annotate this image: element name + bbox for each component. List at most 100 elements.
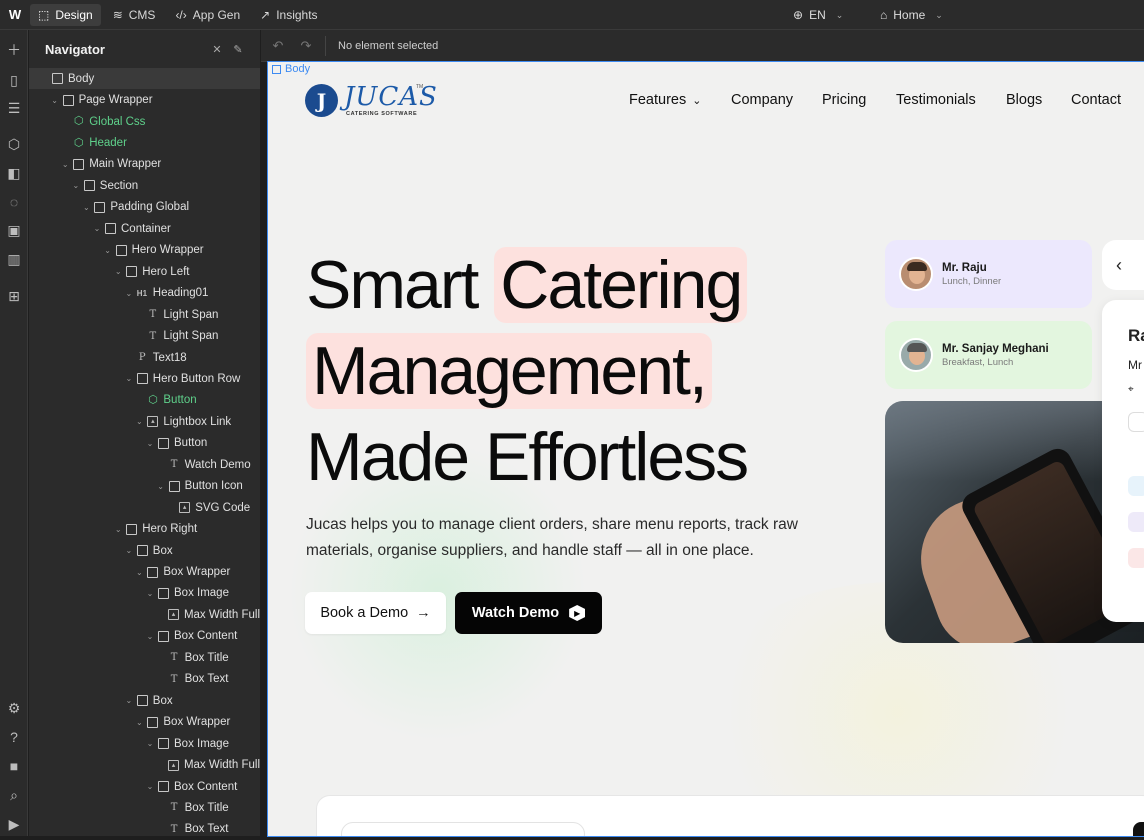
- chevron-down-icon[interactable]: ⌄: [134, 417, 144, 426]
- tree-item[interactable]: ⌄ Container: [29, 218, 260, 239]
- tree-item-label: Button: [163, 394, 197, 407]
- chevron-down-icon[interactable]: ⌄: [60, 160, 70, 169]
- chevron-down-icon[interactable]: ⌄: [124, 546, 134, 555]
- tree-item[interactable]: ⬡ Header: [29, 132, 260, 153]
- selection-status: No element selected: [338, 39, 439, 52]
- tree-item[interactable]: T Box Title: [29, 797, 260, 818]
- tree-item[interactable]: ⌄ Box Wrapper: [29, 561, 260, 582]
- tree-item[interactable]: ⬡ Global Css: [29, 111, 260, 132]
- chevron-down-icon[interactable]: ⌄: [71, 181, 81, 190]
- chevron-down-icon[interactable]: ⌄: [145, 632, 155, 641]
- cms-icon[interactable]: ▥: [4, 249, 24, 269]
- tree-item[interactable]: ⌄ Box Image: [29, 733, 260, 754]
- arrow-right-icon: →: [416, 605, 431, 621]
- video-icon[interactable]: ▶: [4, 814, 24, 834]
- tree-item[interactable]: T Box Title: [29, 647, 260, 668]
- chevron-down-icon[interactable]: ⌄: [103, 246, 113, 255]
- tree-item[interactable]: T Light Span: [29, 325, 260, 346]
- tree-item[interactable]: ⌄ Main Wrapper: [29, 154, 260, 175]
- chevron-down-icon[interactable]: ⌄: [145, 739, 155, 748]
- tree-item[interactable]: ⌄ Box Content: [29, 776, 260, 797]
- book-demo-button[interactable]: Book a Demo →: [305, 592, 446, 634]
- tree-item[interactable]: T Watch Demo: [29, 454, 260, 475]
- tree-item[interactable]: ⌄ Page Wrapper: [29, 89, 260, 110]
- tree-item[interactable]: ⌄ Section: [29, 175, 260, 196]
- chevron-down-icon[interactable]: ⌄: [124, 374, 134, 383]
- tree-item[interactable]: ⌄ ▴ Lightbox Link: [29, 411, 260, 432]
- body-selection-tag[interactable]: Body: [268, 62, 314, 76]
- tree-item[interactable]: ⌄ Hero Left: [29, 261, 260, 282]
- navigator-icon[interactable]: ☰: [4, 98, 24, 118]
- tree-item[interactable]: T Light Span: [29, 304, 260, 325]
- chevron-down-icon[interactable]: ⌄: [145, 782, 155, 791]
- chevron-down-icon[interactable]: ⌄: [145, 439, 155, 448]
- tree-item-label: Box Wrapper: [163, 716, 231, 729]
- tree-item[interactable]: ▴ Max Width Full: [29, 604, 260, 625]
- tree-item[interactable]: P Text18: [29, 347, 260, 368]
- pages-icon[interactable]: ▯: [4, 70, 24, 90]
- collapse-icon[interactable]: ✕: [210, 42, 224, 56]
- watch-demo-button[interactable]: Watch Demo ▶: [455, 592, 602, 634]
- nav-pricing[interactable]: Pricing: [822, 92, 866, 108]
- hero-description: Jucas helps you to manage client orders,…: [306, 516, 798, 559]
- tab-app-gen[interactable]: ‹/› App Gen: [167, 4, 248, 26]
- page-selector[interactable]: ⌂ Home ⌄: [880, 0, 943, 30]
- tree-item[interactable]: ⌄ Hero Button Row: [29, 368, 260, 389]
- chevron-down-icon[interactable]: ⌄: [92, 224, 102, 233]
- tree-item[interactable]: ⌄ Box Content: [29, 626, 260, 647]
- tab-insights[interactable]: ↗ Insights: [252, 4, 325, 26]
- variables-icon[interactable]: ◌: [4, 192, 24, 212]
- nav-features[interactable]: Features ⌄: [629, 92, 701, 108]
- components-icon[interactable]: ⬡: [4, 134, 24, 154]
- pin-icon[interactable]: ✎: [231, 42, 245, 56]
- nav-company[interactable]: Company: [731, 92, 793, 108]
- tab-cms[interactable]: ≋ CMS: [105, 4, 164, 26]
- add-icon[interactable]: ＋: [4, 40, 24, 60]
- tree-item[interactable]: ⌄ Box Wrapper: [29, 712, 260, 733]
- assets-icon[interactable]: ▣: [4, 220, 24, 240]
- chevron-down-icon[interactable]: ⌄: [50, 96, 60, 105]
- chevron-down-icon[interactable]: ⌄: [81, 203, 91, 212]
- apps-icon[interactable]: ⊞: [4, 286, 24, 306]
- undo-icon[interactable]: ↶: [267, 35, 289, 57]
- tree-item[interactable]: Body: [29, 68, 260, 90]
- search-icon[interactable]: ⌕: [4, 785, 24, 805]
- tree-item[interactable]: ⌄ Box: [29, 540, 260, 561]
- chevron-down-icon[interactable]: ⌄: [124, 289, 134, 298]
- tree-item-label: Body: [68, 72, 95, 85]
- chevron-down-icon[interactable]: ⌄: [113, 525, 123, 534]
- tree-item[interactable]: ⌄ Box Image: [29, 583, 260, 604]
- tree-item[interactable]: ▴ Max Width Full: [29, 754, 260, 775]
- chevron-down-icon[interactable]: ⌄: [145, 589, 155, 598]
- redo-icon[interactable]: ↷: [295, 35, 317, 57]
- nav-blogs[interactable]: Blogs: [1006, 92, 1042, 108]
- tree-item[interactable]: ⌄ H1 Heading01: [29, 283, 260, 304]
- stop-icon[interactable]: ■: [4, 756, 24, 776]
- chevron-down-icon[interactable]: ⌄: [134, 718, 144, 727]
- webflow-logo-icon[interactable]: W: [0, 0, 30, 30]
- help-icon[interactable]: ?: [4, 727, 24, 747]
- settings-icon[interactable]: ⚙: [4, 698, 24, 718]
- chevron-down-icon[interactable]: ⌄: [124, 696, 134, 705]
- tree-item[interactable]: ⬡ Button: [29, 390, 260, 411]
- styles-icon[interactable]: ◧: [4, 163, 24, 183]
- tree-item[interactable]: ⌄ Hero Wrapper: [29, 240, 260, 261]
- tree-item[interactable]: ⌄ Button Icon: [29, 476, 260, 497]
- chevron-down-icon[interactable]: ⌄: [134, 568, 144, 577]
- tree-item[interactable]: ⌄ Button: [29, 433, 260, 454]
- chevron-down-icon[interactable]: ⌄: [156, 482, 166, 491]
- tree-item[interactable]: ⌄ Box: [29, 690, 260, 711]
- nav-testimonials[interactable]: Testimonials: [896, 92, 976, 108]
- tree-item[interactable]: ▴ SVG Code: [29, 497, 260, 518]
- chevron-left-icon[interactable]: ‹: [1102, 240, 1144, 290]
- tree-item[interactable]: ⌄ Hero Right: [29, 518, 260, 539]
- nav-contact[interactable]: Contact: [1071, 92, 1121, 108]
- design-canvas[interactable]: Body J JUCAS TM CATERING SOFTWARE Featur…: [267, 61, 1144, 837]
- tree-item[interactable]: ⌄ Padding Global: [29, 197, 260, 218]
- tree-item[interactable]: T Box Text: [29, 669, 260, 690]
- locale-selector[interactable]: ⊕ EN ⌄: [793, 0, 843, 30]
- tab-design[interactable]: ⬚ Design: [30, 3, 101, 26]
- chevron-down-icon[interactable]: ⌄: [113, 267, 123, 276]
- site-logo[interactable]: J JUCAS TM CATERING SOFTWARE: [304, 80, 437, 120]
- tree-item[interactable]: T Box Text: [29, 819, 260, 840]
